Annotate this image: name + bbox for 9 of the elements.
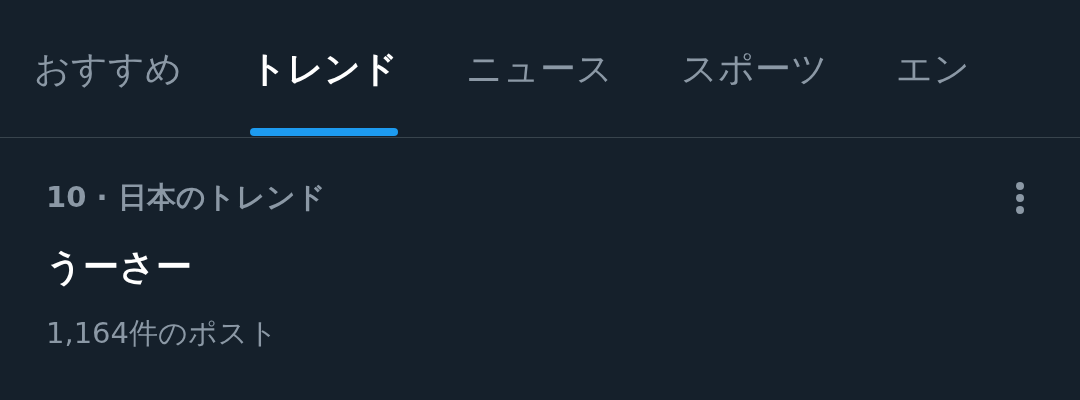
trend-title: うーさー [46,244,193,289]
post-count: 1,164件のポスト [46,314,280,352]
tab[interactable]: エン [862,0,1004,137]
more-icon[interactable] [1014,180,1026,216]
tab[interactable]: スポーツ [647,0,862,137]
trend-context: 10 · 日本のトレンド [46,179,326,216]
tab[interactable]: ニュース [432,0,647,137]
tab[interactable]: トレンド [216,0,432,137]
tab[interactable]: おすすめ [0,0,216,137]
